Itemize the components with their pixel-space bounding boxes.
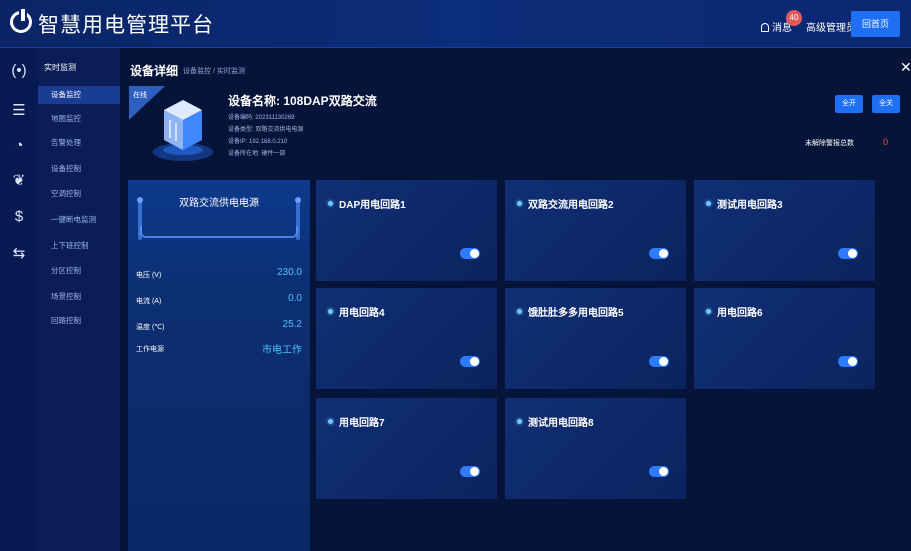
app-title: 智慧用电管理平台 xyxy=(38,14,214,37)
circuit-toggle[interactable] xyxy=(460,356,480,367)
device-name: 设备名称: 108DAP双路交流 xyxy=(228,94,377,108)
menu-item-device-control[interactable]: 设备控制 xyxy=(38,160,120,178)
message-count-badge: 40 xyxy=(786,10,802,26)
circuit-toggle[interactable] xyxy=(649,466,669,477)
circuit-toggle[interactable] xyxy=(649,356,669,367)
circuit-name: 用电回路6 xyxy=(717,308,763,319)
circuit-card: 用电回路6 xyxy=(694,288,875,389)
circuit-card: 用电回路4 xyxy=(316,288,497,389)
alarm-count: 0 xyxy=(883,137,889,147)
circuit-name: 测试用电回路8 xyxy=(528,418,594,429)
device-code: 设备编码: 202311130269 xyxy=(228,115,295,121)
circuit-name: 测试用电回路3 xyxy=(717,200,783,211)
voltage-value: 230.0 xyxy=(276,267,302,278)
top-bar: 智慧用电管理平台 消息 40 高级管理员 ▾ 回首页 xyxy=(0,0,911,48)
circuit-name: 双路交流用电回路2 xyxy=(528,200,614,211)
server-icon[interactable]: ☰ xyxy=(10,102,28,120)
menu-item-shift-control[interactable]: 上下班控制 xyxy=(38,237,120,255)
circuit-name: 饿肚肚多多用电回路5 xyxy=(528,308,624,319)
temperature-value: 25.2 xyxy=(282,319,302,330)
circuit-toggle[interactable] xyxy=(838,248,858,259)
device-cube-icon xyxy=(153,100,213,161)
all-on-button[interactable]: 全开 xyxy=(835,95,863,113)
circuit-toggle[interactable] xyxy=(460,248,480,259)
page-title: 设备详细 xyxy=(130,64,179,78)
close-icon[interactable]: ✕ xyxy=(900,59,911,76)
circuit-name: DAP用电回路1 xyxy=(339,200,406,211)
status-dot-icon xyxy=(328,309,333,314)
menu-item-alarm[interactable]: 告警处理 xyxy=(38,134,120,152)
menu-item-scene-control[interactable]: 场景控制 xyxy=(38,288,120,306)
circuit-toggle[interactable] xyxy=(460,466,480,477)
breadcrumb: 设备监控 / 实时监测 xyxy=(183,68,245,75)
dollar-icon[interactable]: $ xyxy=(10,208,28,226)
wireless-icon[interactable]: (•) xyxy=(10,62,28,80)
current-value: 0.0 xyxy=(288,293,302,304)
sliders-icon[interactable]: ⇆ xyxy=(10,245,28,263)
submenu-header[interactable]: 实时监测 xyxy=(44,62,76,73)
status-dot-icon xyxy=(328,201,333,206)
alarm-label: 未解除警报总数 xyxy=(805,140,854,147)
status-dot-icon xyxy=(517,309,522,314)
status-dot-icon xyxy=(706,309,711,314)
circuit-toggle[interactable] xyxy=(838,356,858,367)
circuit-card: 测试用电回路8 xyxy=(505,398,686,499)
power-logo-icon xyxy=(10,9,32,33)
device-ip: 设备IP: 192.168.0.210 xyxy=(228,139,288,145)
leaf-icon[interactable]: ❦ xyxy=(10,172,28,190)
power-panel: 双路交流供电电源 电压 (V) 230.0 电流 (A) 0.0 温度 (℃) … xyxy=(128,180,310,551)
menu-item-ac-control[interactable]: 空调控制 xyxy=(38,185,120,203)
circuit-name: 用电回路7 xyxy=(339,418,385,429)
voltage-label: 电压 (V) xyxy=(136,272,162,279)
status-dot-icon xyxy=(517,201,522,206)
menu-item-device-monitor[interactable]: 设备监控 xyxy=(38,86,120,104)
circuit-card: 饿肚肚多多用电回路5 xyxy=(505,288,686,389)
circuit-name: 用电回路4 xyxy=(339,308,385,319)
circuit-toggle[interactable] xyxy=(649,248,669,259)
menu-item-power-off-monitor[interactable]: 一键断电监测 xyxy=(38,211,120,229)
menu-item-circuit-control[interactable]: 回路控制 xyxy=(38,312,120,330)
connector-line xyxy=(140,226,298,238)
menu-item-zone-control[interactable]: 分区控制 xyxy=(38,262,120,280)
device-location: 设备所在地: 硬件一部 xyxy=(228,151,286,157)
temperature-label: 温度 (℃) xyxy=(136,324,165,331)
circuit-card: 用电回路7 xyxy=(316,398,497,499)
status-badge: 在线 xyxy=(133,92,147,99)
menu-item-map-monitor[interactable]: 地图监控 xyxy=(38,110,120,128)
circuit-card: 测试用电回路3 xyxy=(694,180,875,281)
status-dot-icon xyxy=(517,419,522,424)
back-home-button[interactable]: 回首页 xyxy=(851,11,900,37)
status-dot-icon xyxy=(706,201,711,206)
current-label: 电流 (A) xyxy=(136,298,162,305)
power-source-value: 市电工作 xyxy=(262,345,302,356)
submenu: 实时监测 设备监控 地图监控 告警处理 设备控制 空调控制 一键断电监测 上下班… xyxy=(38,48,120,551)
power-panel-title: 双路交流供电电源 xyxy=(179,198,259,209)
circuit-card: DAP用电回路1 xyxy=(316,180,497,281)
icon-rail: (•) ☰ ◔ ❦ $ ⇆ xyxy=(0,48,38,551)
all-off-button[interactable]: 全关 xyxy=(872,95,900,113)
bell-icon xyxy=(761,23,769,32)
gauge-icon[interactable]: ◔ xyxy=(10,137,28,155)
circuit-card: 双路交流用电回路2 xyxy=(505,180,686,281)
status-dot-icon xyxy=(328,419,333,424)
device-type: 设备类型: 双路交流供电电源 xyxy=(228,127,304,133)
power-source-label: 工作电源 xyxy=(136,346,164,353)
